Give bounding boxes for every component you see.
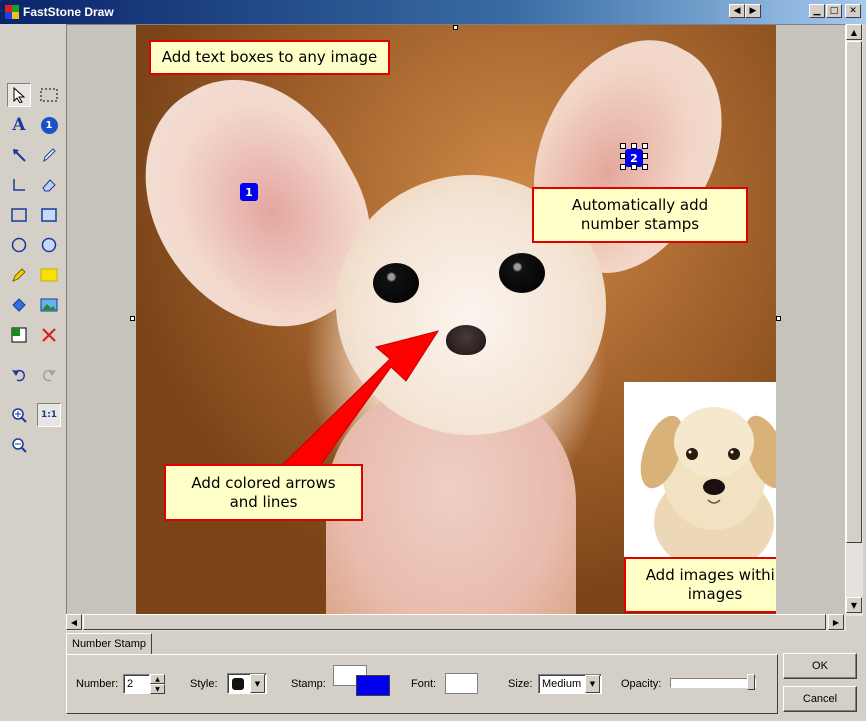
vertical-scroll-thumb[interactable] (846, 41, 862, 543)
canvas-resize-handle[interactable] (776, 316, 781, 321)
zoom-out-icon[interactable] (7, 433, 31, 457)
number-label: Number: (76, 678, 119, 690)
puppy-picture (640, 407, 776, 560)
callout-images[interactable]: Add images within images (624, 557, 776, 613)
style-dropdown-arrow-icon[interactable]: ▼ (250, 674, 265, 693)
callout-text: and lines (229, 492, 298, 511)
puppy-inset-image[interactable] (624, 382, 776, 560)
rectangle-select-icon[interactable] (37, 83, 61, 107)
font-color-box[interactable] (445, 673, 478, 694)
arrow-tool-icon[interactable] (7, 143, 31, 167)
eraser-tool-icon[interactable] (37, 173, 61, 197)
tab-label: Number Stamp (72, 638, 146, 650)
pencil-tool-icon[interactable] (37, 143, 61, 167)
minimize-button[interactable]: ▁ (809, 4, 825, 18)
canvas-area[interactable]: Add text boxes to any image Automaticall… (66, 24, 846, 616)
callout-text-boxes[interactable]: Add text boxes to any image (149, 40, 390, 75)
callout-text: Add text boxes to any image (161, 48, 378, 66)
number-down-icon[interactable]: ▼ (150, 684, 165, 694)
canvas-resize-handle[interactable] (130, 316, 135, 321)
horizontal-scrollbar[interactable]: ◀ ▶ (66, 614, 846, 631)
callout-text: Automatically add (571, 196, 709, 214)
selection-handle[interactable] (620, 143, 626, 149)
rounded-square-icon (232, 677, 244, 690)
number-stamp-tool-icon[interactable]: 1 (37, 113, 61, 137)
highlight-area-icon[interactable] (37, 263, 61, 287)
opacity-label: Opacity: (621, 678, 662, 690)
horizontal-scroll-thumb[interactable] (83, 614, 826, 630)
selection-handle[interactable] (642, 164, 648, 170)
app-icon (5, 5, 19, 19)
callout-arrows[interactable]: Add colored arrows and lines (164, 464, 363, 521)
callout-number-stamps[interactable]: Automatically add number stamps (532, 187, 748, 243)
close-button[interactable]: ✕ (845, 4, 861, 18)
title-bar: FastStone Draw ◀ ▶ ▁ □ ✕ (0, 0, 866, 24)
scroll-left-button[interactable]: ◀ (66, 614, 82, 630)
insert-image-icon[interactable] (37, 293, 61, 317)
delete-icon[interactable] (37, 323, 61, 347)
line-tool-icon[interactable] (7, 173, 31, 197)
selection-handle[interactable] (631, 143, 637, 149)
callout-text: Add images within (645, 566, 776, 584)
zoom-actual-size-button[interactable]: 1:1 (37, 403, 61, 427)
number-stamp[interactable]: 1 (240, 183, 258, 201)
ok-button[interactable]: OK (783, 653, 857, 679)
fill-bucket-icon[interactable] (7, 293, 31, 317)
scroll-right-icon[interactable]: ▶ (745, 4, 761, 18)
select-tool-icon[interactable] (7, 83, 31, 107)
stamp-label: Stamp: (291, 678, 326, 690)
redo-icon[interactable] (37, 363, 61, 387)
selection-handle[interactable] (642, 143, 648, 149)
scroll-up-icon[interactable]: ▲ (846, 24, 862, 40)
size-value: Medium (542, 678, 582, 690)
fennec-fox-photo[interactable]: Add text boxes to any image Automaticall… (136, 25, 776, 615)
number-input[interactable]: 2 (123, 674, 150, 694)
scroll-down-icon[interactable]: ▼ (846, 597, 862, 613)
size-dropdown-arrow-icon[interactable]: ▼ (585, 675, 600, 693)
maximize-button[interactable]: □ (826, 4, 842, 18)
callout-text: images (687, 585, 743, 603)
cancel-label: Cancel (802, 693, 838, 705)
selection-handle[interactable] (642, 153, 648, 159)
selection-handle[interactable] (631, 164, 637, 170)
undo-icon[interactable] (7, 363, 31, 387)
selection-handle[interactable] (620, 164, 626, 170)
ellipse-outline-icon[interactable] (7, 233, 31, 257)
callout-text: number stamps (580, 215, 700, 233)
window-title: FastStone Draw (23, 5, 114, 19)
highlighter-tool-icon[interactable] (7, 263, 31, 287)
opacity-slider-thumb[interactable] (747, 674, 755, 690)
color-swap-icon[interactable] (7, 323, 31, 347)
ok-label: OK (812, 660, 828, 672)
callout-text: Add colored arrows (191, 473, 336, 492)
text-tool-icon[interactable]: A (7, 113, 31, 137)
ellipse-filled-icon[interactable] (37, 233, 61, 257)
rectangle-outline-icon[interactable] (7, 203, 31, 227)
opacity-slider[interactable] (670, 674, 756, 690)
zoom-in-icon[interactable] (7, 403, 31, 427)
number-up-icon[interactable]: ▲ (150, 674, 165, 684)
canvas-resize-handle[interactable] (453, 25, 458, 30)
rectangle-filled-icon[interactable] (37, 203, 61, 227)
scroll-left-icon[interactable]: ◀ (729, 4, 745, 18)
stamp-foreground-color[interactable] (356, 675, 390, 696)
tab-number-stamp[interactable]: Number Stamp (66, 633, 152, 655)
tool-palette: A 1 1:1 (0, 24, 66, 624)
cancel-button[interactable]: Cancel (783, 686, 857, 712)
size-label: Size: (508, 678, 533, 690)
selection-handle[interactable] (620, 153, 626, 159)
scroll-right-button[interactable]: ▶ (828, 614, 844, 630)
style-label: Style: (190, 678, 218, 690)
font-label: Font: (411, 678, 437, 690)
vertical-scrollbar[interactable]: ▲ ▼ (846, 24, 863, 616)
